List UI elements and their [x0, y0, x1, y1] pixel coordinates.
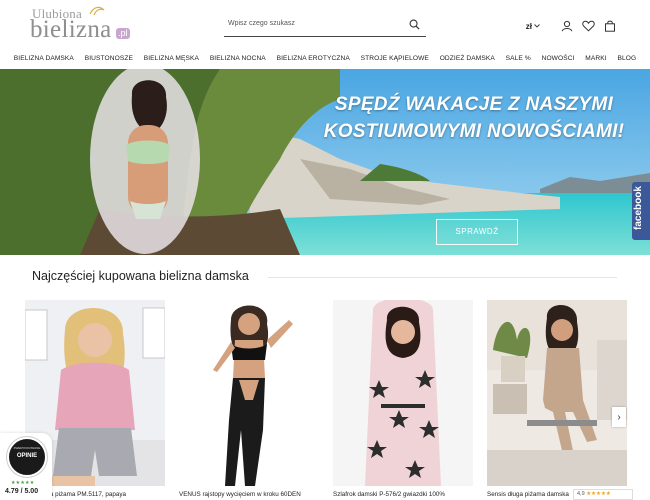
site-logo[interactable]: Ulubiona bielizna .pl: [30, 6, 130, 44]
chevron-right-icon: ›: [617, 411, 621, 423]
hero-cta-button[interactable]: SPRAWDŹ: [436, 219, 518, 245]
rating-mini-stars-icon: ★★★★★: [586, 491, 611, 497]
logo-flourish-icon: [89, 6, 105, 16]
carousel-next-button[interactable]: ›: [612, 407, 626, 427]
section-title: Najczęściej kupowana bielizna damska: [32, 269, 249, 283]
logo-tld: .pl: [116, 28, 130, 39]
rating-mini-badge[interactable]: 4,9 ★★★★★: [573, 489, 633, 500]
facebook-tab[interactable]: facebook: [632, 182, 650, 240]
product-card[interactable]: Sensis długa piżama damska: [487, 300, 627, 500]
page: Ulubiona bielizna .pl Wpisz czego szukas…: [0, 0, 650, 500]
account-icon[interactable]: [561, 20, 573, 32]
product-image[interactable]: [487, 300, 627, 486]
product-name[interactable]: VENUS rajstopy wycięciem w kroku 60DEN: [179, 491, 329, 498]
search-input[interactable]: Wpisz czego szukasz: [228, 20, 295, 27]
nav-item-stroje-kapielowe[interactable]: STROJE KĄPIELOWE: [361, 55, 429, 62]
reviews-badge-seal: ZWERYFIKOWANE OPINIE: [7, 437, 47, 477]
product-name[interactable]: Szlafrok damski P-576/2 gwiazdki 100%: [333, 491, 483, 498]
product-image[interactable]: [333, 300, 473, 486]
hero-banner[interactable]: SPĘDŹ WAKACJE Z NASZYMI KOSTIUMOWYMI NOW…: [0, 69, 650, 255]
nav-item-bielizna-meska[interactable]: BIELIZNA MĘSKA: [144, 55, 199, 62]
header-actions: zł: [526, 18, 616, 34]
product-image[interactable]: [179, 300, 319, 486]
nav-item-biustonosze[interactable]: BIUSTONOSZE: [85, 55, 133, 62]
reviews-stars-icon: ★★★★★: [11, 480, 35, 486]
hero-headline-line2: KOSTIUMOWYMI NOWOŚCIAMI!: [323, 121, 625, 142]
reviews-badge-brand-line: ZWERYFIKOWANE: [13, 446, 41, 450]
facebook-tab-label: facebook: [633, 186, 644, 230]
hero-headline: SPĘDŹ WAKACJE Z NASZYMI KOSTIUMOWYMI NOW…: [314, 91, 634, 145]
rating-mini-score: 4,9: [577, 491, 585, 497]
product-card[interactable]: Szlafrok damski P-576/2 gwiazdki 100%: [333, 300, 473, 500]
reviews-badge[interactable]: ZWERYFIKOWANE OPINIE ★★★★★ 4.79 / 5.00: [0, 433, 52, 500]
currency-label: zł: [525, 21, 532, 31]
logo-line2: bielizna: [30, 16, 112, 43]
cart-bag-icon[interactable]: [604, 20, 616, 32]
nav-item-nowosci[interactable]: NOWOŚCI: [542, 55, 575, 62]
product-card[interactable]: VENUS rajstopy wycięciem w kroku 60DEN: [179, 300, 319, 500]
hero-headline-line1: SPĘDŹ WAKACJE Z NASZYMI: [334, 94, 614, 115]
nav-item-odziez-damska[interactable]: ODZIEŻ DAMSKA: [440, 55, 495, 62]
section-divider: [268, 277, 617, 278]
nav-item-bielizna-erotyczna[interactable]: BIELIZNA EROTYCZNA: [277, 55, 350, 62]
reviews-score: 4.79 / 5.00: [5, 488, 39, 495]
product-carousel: awełniana piżama PM.5117, papaya VENUS r…: [0, 300, 650, 500]
wishlist-heart-icon[interactable]: [582, 20, 595, 32]
search-bar[interactable]: Wpisz czego szukasz: [224, 15, 426, 37]
nav-item-blog[interactable]: BLOG: [617, 55, 636, 62]
nav-item-bielizna-nocna[interactable]: BIELIZNA NOCNA: [210, 55, 266, 62]
nav-item-marki[interactable]: MARKI: [585, 55, 606, 62]
site-header: Ulubiona bielizna .pl Wpisz czego szukas…: [0, 0, 650, 50]
currency-selector[interactable]: zł: [526, 22, 540, 31]
reviews-badge-brand: OPINIE: [16, 453, 38, 459]
main-nav: BIELIZNA DAMSKA BIUSTONOSZE BIELIZNA MĘS…: [0, 50, 650, 66]
nav-item-sale[interactable]: SALE %: [506, 55, 531, 62]
chevron-down-icon: [534, 24, 540, 28]
search-icon[interactable]: [409, 19, 420, 30]
nav-item-bielizna-damska[interactable]: BIELIZNA DAMSKA: [14, 55, 74, 62]
